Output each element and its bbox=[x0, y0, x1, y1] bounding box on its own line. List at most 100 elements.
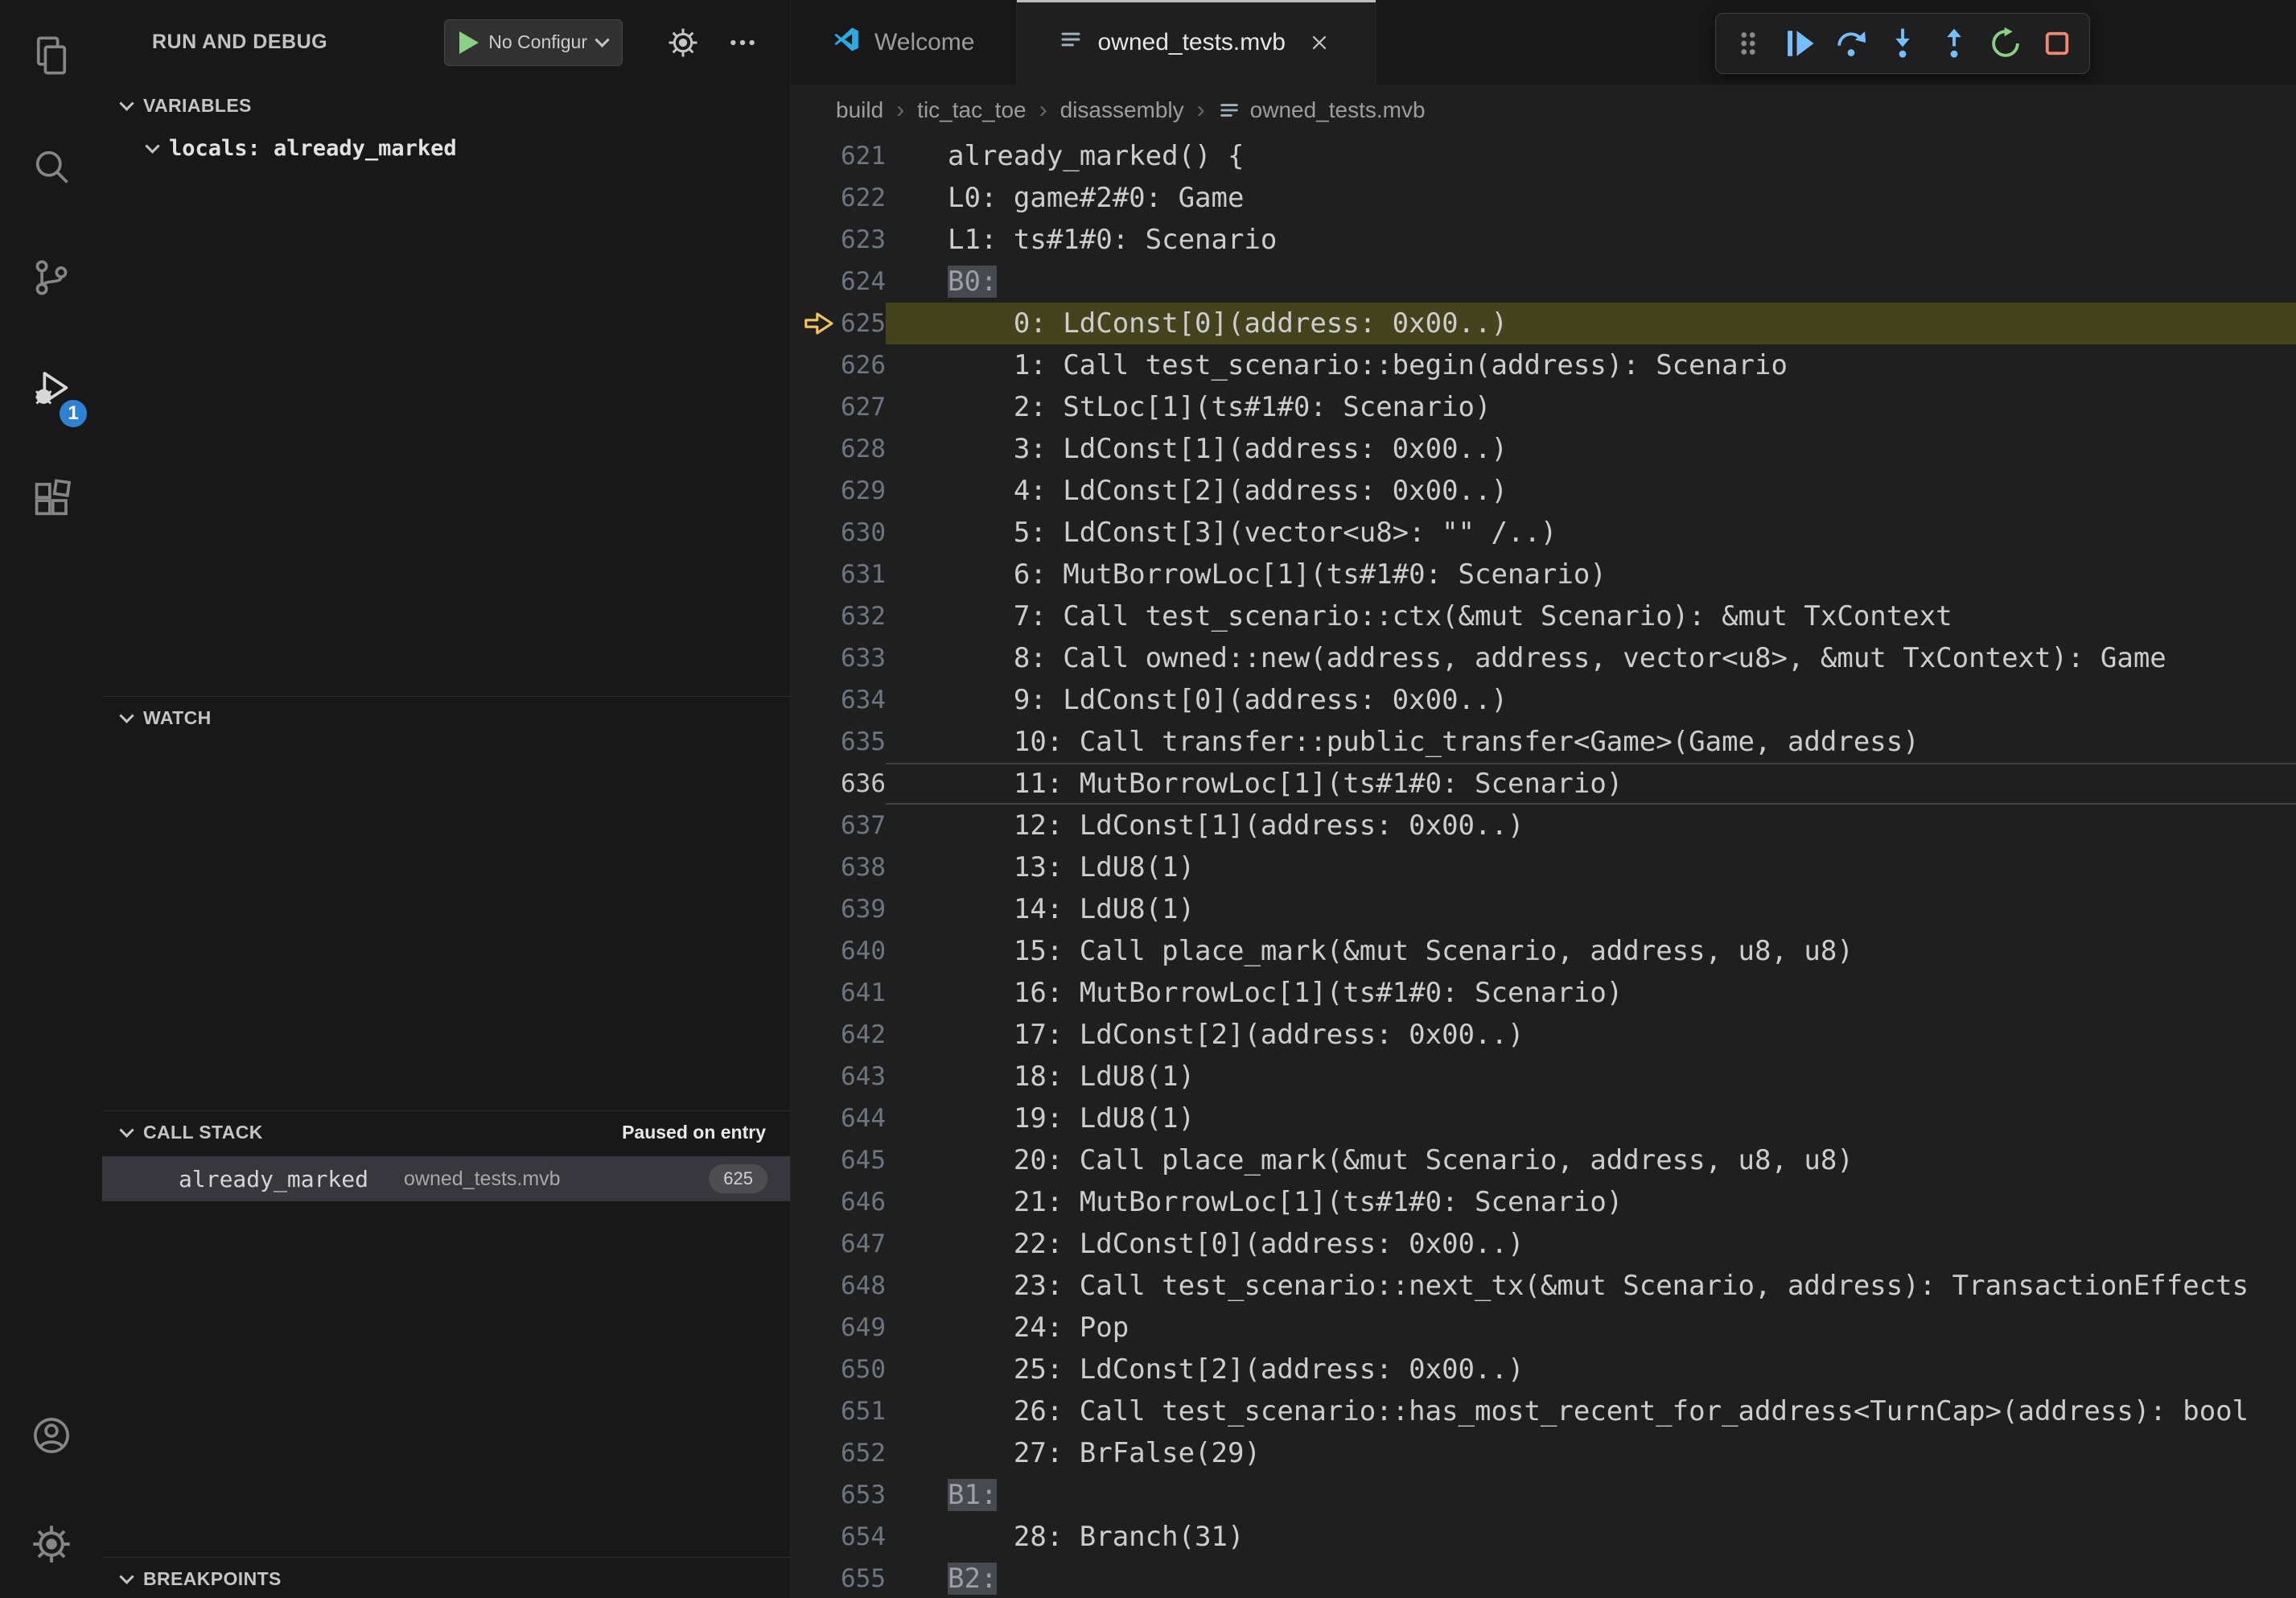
code-line[interactable]: 648 23: Call test_scenario::next_tx(&mut… bbox=[791, 1265, 2296, 1307]
code-line[interactable]: 635 10: Call transfer::public_transfer<G… bbox=[791, 721, 2296, 763]
close-icon[interactable] bbox=[1305, 28, 1334, 57]
breadcrumb-item[interactable]: owned_tests.mvb bbox=[1218, 97, 1426, 123]
gutter-glyph-margin[interactable] bbox=[791, 763, 837, 805]
code-text[interactable]: 17: LdConst[2](address: 0x00..) bbox=[886, 1014, 2296, 1056]
code-text[interactable]: 20: Call place_mark(&mut Scenario, addre… bbox=[886, 1139, 2296, 1181]
gutter-glyph-margin[interactable] bbox=[791, 1349, 837, 1390]
code-text[interactable]: 25: LdConst[2](address: 0x00..) bbox=[886, 1349, 2296, 1390]
gutter-glyph-margin[interactable] bbox=[791, 1516, 837, 1558]
code-text[interactable]: 3: LdConst[1](address: 0x00..) bbox=[886, 428, 2296, 470]
continue-button[interactable] bbox=[1777, 21, 1822, 66]
gutter-glyph-margin[interactable] bbox=[791, 637, 837, 679]
gutter-glyph-margin[interactable] bbox=[791, 805, 837, 846]
gutter-glyph-margin[interactable] bbox=[791, 846, 837, 888]
gutter-glyph-margin[interactable] bbox=[791, 1223, 837, 1265]
code-text[interactable]: 26: Call test_scenario::has_most_recent_… bbox=[886, 1390, 2296, 1432]
code-line[interactable]: 636 11: MutBorrowLoc[1](ts#1#0: Scenario… bbox=[791, 763, 2296, 805]
code-text[interactable]: 7: Call test_scenario::ctx(&mut Scenario… bbox=[886, 595, 2296, 637]
code-text[interactable]: 23: Call test_scenario::next_tx(&mut Sce… bbox=[886, 1265, 2296, 1307]
code-line[interactable]: 632 7: Call test_scenario::ctx(&mut Scen… bbox=[791, 595, 2296, 637]
code-line[interactable]: 629 4: LdConst[2](address: 0x00..) bbox=[791, 470, 2296, 512]
code-text[interactable]: B1: bbox=[886, 1474, 2296, 1516]
gutter-glyph-margin[interactable] bbox=[791, 344, 837, 386]
debug-settings-button[interactable] bbox=[665, 24, 702, 61]
code-line[interactable]: 646 21: MutBorrowLoc[1](ts#1#0: Scenario… bbox=[791, 1181, 2296, 1223]
code-line[interactable]: 653 B1: bbox=[791, 1474, 2296, 1516]
gutter-glyph-margin[interactable] bbox=[791, 1056, 837, 1098]
code-text[interactable]: 24: Pop bbox=[886, 1307, 2296, 1349]
gutter-glyph-margin[interactable] bbox=[791, 1432, 837, 1474]
gutter-glyph-margin[interactable] bbox=[791, 470, 837, 512]
breakpoints-pane-header[interactable]: BREAKPOINTS bbox=[102, 1558, 790, 1598]
code-text[interactable]: 18: LdU8(1) bbox=[886, 1056, 2296, 1098]
breadcrumb-item[interactable]: disassembly bbox=[1060, 97, 1184, 123]
code-line[interactable]: 633 8: Call owned::new(address, address,… bbox=[791, 637, 2296, 679]
variables-scope-row[interactable]: locals: already_marked bbox=[102, 126, 790, 170]
code-text[interactable]: 9: LdConst[0](address: 0x00..) bbox=[886, 679, 2296, 721]
code-line[interactable]: 645 20: Call place_mark(&mut Scenario, a… bbox=[791, 1139, 2296, 1181]
code-line[interactable]: 652 27: BrFalse(29) bbox=[791, 1432, 2296, 1474]
code-text[interactable]: L0: game#2#0: Game bbox=[886, 177, 2296, 219]
breadcrumb-item[interactable]: tic_tac_toe bbox=[917, 97, 1026, 123]
code-line[interactable]: 627 2: StLoc[1](ts#1#0: Scenario) bbox=[791, 386, 2296, 428]
gutter-glyph-margin[interactable] bbox=[791, 1474, 837, 1516]
gutter-glyph-margin[interactable] bbox=[791, 135, 837, 177]
code-line[interactable]: 630 5: LdConst[3](vector<u8>: "" /..) bbox=[791, 512, 2296, 554]
code-line[interactable]: 641 16: MutBorrowLoc[1](ts#1#0: Scenario… bbox=[791, 972, 2296, 1014]
code-text[interactable]: 16: MutBorrowLoc[1](ts#1#0: Scenario) bbox=[886, 972, 2296, 1014]
gutter-glyph-margin[interactable] bbox=[791, 1265, 837, 1307]
tab-owned-tests[interactable]: owned_tests.mvb bbox=[1017, 0, 1376, 84]
code-line[interactable]: 621 already_marked() { bbox=[791, 135, 2296, 177]
gutter-glyph-margin[interactable] bbox=[791, 1014, 837, 1056]
code-line[interactable]: 623 L1: ts#1#0: Scenario bbox=[791, 219, 2296, 261]
activity-account[interactable] bbox=[0, 1381, 102, 1489]
code-text[interactable]: 28: Branch(31) bbox=[886, 1516, 2296, 1558]
call-stack-pane-header[interactable]: CALL STACK Paused on entry bbox=[102, 1111, 790, 1153]
watch-pane-header[interactable]: WATCH bbox=[102, 697, 790, 739]
more-actions-button[interactable] bbox=[724, 24, 761, 61]
gutter-glyph-margin[interactable] bbox=[791, 1307, 837, 1349]
code-line[interactable]: 625 0: LdConst[0](address: 0x00..) bbox=[791, 303, 2296, 344]
step-over-button[interactable] bbox=[1829, 21, 1874, 66]
gutter-glyph-margin[interactable] bbox=[791, 972, 837, 1014]
gutter-glyph-margin[interactable] bbox=[791, 512, 837, 554]
code-line[interactable]: 638 13: LdU8(1) bbox=[791, 846, 2296, 888]
code-text[interactable]: 5: LdConst[3](vector<u8>: "" /..) bbox=[886, 512, 2296, 554]
code-text[interactable]: 13: LdU8(1) bbox=[886, 846, 2296, 888]
stop-button[interactable] bbox=[2035, 21, 2080, 66]
variables-pane-header[interactable]: VARIABLES bbox=[102, 84, 790, 126]
code-text[interactable]: 12: LdConst[1](address: 0x00..) bbox=[886, 805, 2296, 846]
code-line[interactable]: 637 12: LdConst[1](address: 0x00..) bbox=[791, 805, 2296, 846]
code-text[interactable]: 0: LdConst[0](address: 0x00..) bbox=[886, 303, 2296, 344]
gutter-glyph-margin[interactable] bbox=[791, 261, 837, 303]
call-stack-frame[interactable]: already_marked owned_tests.mvb 625 bbox=[102, 1156, 790, 1201]
gutter-glyph-margin[interactable] bbox=[791, 1558, 837, 1598]
gutter-glyph-margin[interactable] bbox=[791, 554, 837, 595]
code-line[interactable]: 622 L0: game#2#0: Game bbox=[791, 177, 2296, 219]
code-line[interactable]: 631 6: MutBorrowLoc[1](ts#1#0: Scenario) bbox=[791, 554, 2296, 595]
tab-welcome[interactable]: Welcome bbox=[791, 0, 1017, 84]
code-text[interactable]: 21: MutBorrowLoc[1](ts#1#0: Scenario) bbox=[886, 1181, 2296, 1223]
code-line[interactable]: 649 24: Pop bbox=[791, 1307, 2296, 1349]
code-line[interactable]: 642 17: LdConst[2](address: 0x00..) bbox=[791, 1014, 2296, 1056]
activity-source-control[interactable] bbox=[0, 222, 102, 333]
activity-extensions[interactable] bbox=[0, 444, 102, 555]
code-line[interactable]: 624 B0: bbox=[791, 261, 2296, 303]
breadcrumb-item[interactable]: build bbox=[836, 97, 883, 123]
code-line[interactable]: 643 18: LdU8(1) bbox=[791, 1056, 2296, 1098]
gutter-glyph-margin[interactable] bbox=[791, 721, 837, 763]
restart-button[interactable] bbox=[1983, 21, 2028, 66]
code-line[interactable]: 655 B2: bbox=[791, 1558, 2296, 1598]
gutter-glyph-margin[interactable] bbox=[791, 219, 837, 261]
gutter-glyph-margin[interactable] bbox=[791, 1098, 837, 1139]
gutter-glyph-margin[interactable] bbox=[791, 386, 837, 428]
gutter-glyph-margin[interactable] bbox=[791, 303, 837, 344]
gutter-glyph-margin[interactable] bbox=[791, 177, 837, 219]
step-into-button[interactable] bbox=[1880, 21, 1925, 66]
code-line[interactable]: 639 14: LdU8(1) bbox=[791, 888, 2296, 930]
gutter-glyph-margin[interactable] bbox=[791, 1390, 837, 1432]
code-text[interactable]: 14: LdU8(1) bbox=[886, 888, 2296, 930]
code-line[interactable]: 628 3: LdConst[1](address: 0x00..) bbox=[791, 428, 2296, 470]
code-text[interactable]: 11: MutBorrowLoc[1](ts#1#0: Scenario) bbox=[886, 763, 2296, 805]
code-line[interactable]: 644 19: LdU8(1) bbox=[791, 1098, 2296, 1139]
